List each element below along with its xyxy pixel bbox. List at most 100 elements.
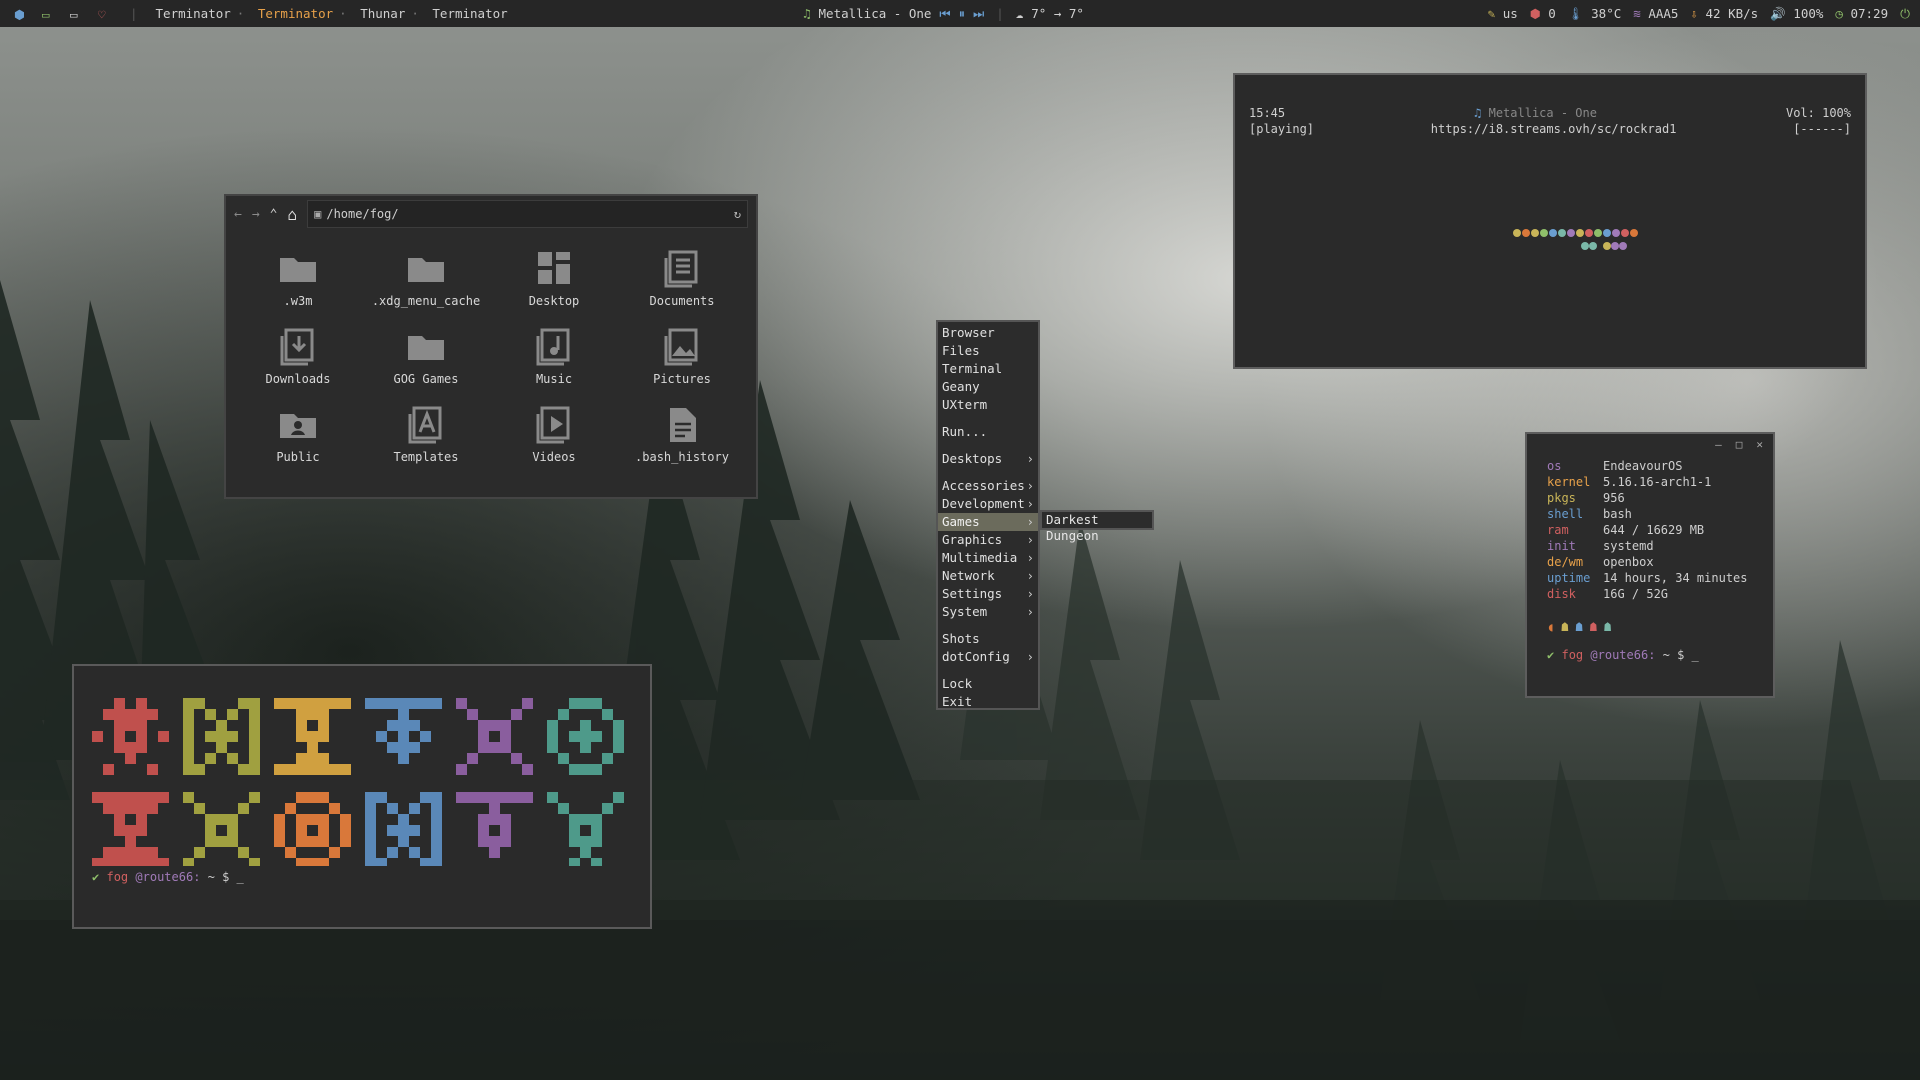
launcher-icon[interactable]: ⬢ bbox=[14, 7, 28, 22]
pixel-glyph-cell bbox=[136, 792, 147, 803]
sysinfo-value: bash bbox=[1603, 507, 1632, 521]
player-volume[interactable]: Vol: 100% bbox=[1786, 105, 1851, 121]
path-text[interactable]: /home/fog/ bbox=[326, 207, 728, 221]
divider: | bbox=[130, 6, 138, 21]
pixel-glyph-cell bbox=[274, 698, 285, 709]
menu-item-uxterm[interactable]: UXterm bbox=[938, 396, 1038, 414]
monitor-icon[interactable]: ▭ bbox=[70, 7, 84, 22]
pixel-glyph-cell bbox=[613, 731, 624, 742]
menu-item-network[interactable]: Network bbox=[938, 567, 1038, 585]
back-arrow-icon[interactable]: ← bbox=[234, 207, 242, 222]
menu-item-lock[interactable]: Lock bbox=[938, 675, 1038, 693]
prev-track-icon[interactable]: ⏮ bbox=[939, 6, 950, 22]
pixel-glyph-cell bbox=[511, 792, 522, 803]
sysinfo-key: os bbox=[1547, 459, 1562, 473]
submenu-item-darkest-dungeon[interactable]: Darkest Dungeon bbox=[1040, 510, 1154, 543]
menu-separator bbox=[938, 468, 1038, 477]
pixel-glyph-cell bbox=[227, 836, 238, 847]
pixel-glyph-cell bbox=[340, 814, 351, 825]
forward-arrow-icon[interactable]: → bbox=[252, 207, 260, 222]
shell-prompt[interactable]: ✔ fog @route66: ~ $ _ bbox=[1527, 634, 1773, 662]
power-icon[interactable]: ⏻ bbox=[1900, 6, 1910, 22]
menu-item-development[interactable]: Development bbox=[938, 495, 1038, 513]
file-item[interactable]: Pictures bbox=[618, 320, 746, 398]
task-item[interactable]: Terminator bbox=[156, 6, 231, 21]
pixel-glyph-cell bbox=[580, 836, 591, 847]
pixel-glyph-cell bbox=[114, 720, 125, 731]
pixel-glyph-cell bbox=[296, 792, 307, 803]
visualizer-bar bbox=[1558, 229, 1566, 237]
clock[interactable]: 07:29 bbox=[1850, 6, 1888, 21]
pause-icon[interactable]: ⏸ bbox=[959, 6, 965, 22]
pixel-glyph-cell bbox=[387, 698, 398, 709]
keyboard-layout[interactable]: us bbox=[1503, 6, 1518, 21]
visualizer-bar bbox=[1603, 242, 1611, 250]
shell-prompt[interactable]: ✔ fog @route66: ~ $ _ bbox=[74, 870, 650, 884]
menu-item-accessories[interactable]: Accessories bbox=[938, 477, 1038, 495]
location-bar[interactable]: ▣ /home/fog/ ↻ bbox=[307, 200, 748, 228]
sysinfo-terminal-window: — □ ✕ os EndeavourOS kernel 5.16.16-arch1-1… bbox=[1525, 432, 1775, 698]
folder-icon bbox=[408, 336, 444, 360]
menu-item-games[interactable]: Games bbox=[938, 513, 1038, 531]
pixel-glyph-cell bbox=[456, 792, 467, 803]
sysinfo-row: disk 16G / 52G bbox=[1527, 586, 1773, 602]
menu-item-settings[interactable]: Settings bbox=[938, 585, 1038, 603]
menu-item-run[interactable]: Run... bbox=[938, 423, 1038, 441]
pixel-glyph-cell bbox=[147, 858, 158, 869]
prompt-tail: ~ $ _ bbox=[1662, 648, 1699, 662]
file-item-label: Public bbox=[276, 450, 320, 464]
minimize-icon[interactable]: — bbox=[1715, 438, 1722, 451]
pixel-glyph-cell bbox=[307, 742, 318, 753]
pixel-glyph bbox=[274, 792, 351, 869]
task-item-active[interactable]: Terminator bbox=[258, 6, 333, 21]
next-track-icon[interactable]: ⏭ bbox=[973, 6, 984, 22]
pixel-glyph-cell bbox=[613, 720, 624, 731]
task-item[interactable]: Thunar bbox=[360, 6, 405, 21]
file-item[interactable]: .xdg_menu_cache bbox=[362, 242, 490, 320]
terminal-icon[interactable]: ▭ bbox=[42, 7, 56, 22]
home-icon[interactable]: ⌂ bbox=[287, 205, 297, 224]
pixel-glyph-cell bbox=[216, 720, 227, 731]
pixel-glyph-cell bbox=[500, 825, 511, 836]
menu-item-files[interactable]: Files bbox=[938, 342, 1038, 360]
pixel-glyph-cell bbox=[227, 814, 238, 825]
heart-icon[interactable]: ♡ bbox=[98, 7, 112, 22]
menu-item-graphics[interactable]: Graphics bbox=[938, 531, 1038, 549]
file-item[interactable]: Templates bbox=[362, 398, 490, 476]
pixel-glyph-cell bbox=[365, 825, 376, 836]
file-item[interactable]: .w3m bbox=[234, 242, 362, 320]
menu-item-multimedia[interactable]: Multimedia bbox=[938, 549, 1038, 567]
file-item[interactable]: Public bbox=[234, 398, 362, 476]
menu-item-desktops[interactable]: Desktops bbox=[938, 450, 1038, 468]
updates-count[interactable]: 0 bbox=[1548, 6, 1556, 21]
wifi-name[interactable]: AAA5 bbox=[1648, 6, 1678, 21]
volume-level[interactable]: 100% bbox=[1793, 6, 1823, 21]
close-icon[interactable]: ✕ bbox=[1756, 438, 1763, 451]
up-arrow-icon[interactable]: ⌃ bbox=[270, 207, 278, 222]
pixel-glyph bbox=[456, 698, 533, 775]
file-item[interactable]: Documents bbox=[618, 242, 746, 320]
pixel-glyph-cell bbox=[398, 742, 409, 753]
menu-item-geany[interactable]: Geany bbox=[938, 378, 1038, 396]
menu-item-browser[interactable]: Browser bbox=[938, 324, 1038, 342]
folder-icon bbox=[408, 258, 444, 282]
file-item[interactable]: .bash_history bbox=[618, 398, 746, 476]
file-item[interactable]: Music bbox=[490, 320, 618, 398]
maximize-icon[interactable]: □ bbox=[1736, 438, 1743, 451]
task-item[interactable]: Terminator bbox=[432, 6, 507, 21]
downloads-folder-icon bbox=[280, 328, 314, 366]
visualizer-bar bbox=[1612, 229, 1620, 237]
file-item[interactable]: Downloads bbox=[234, 320, 362, 398]
menu-item-terminal[interactable]: Terminal bbox=[938, 360, 1038, 378]
menu-item-system[interactable]: System bbox=[938, 603, 1038, 621]
menu-item-shots[interactable]: Shots bbox=[938, 630, 1038, 648]
menu-item-dotconfig[interactable]: dotConfig bbox=[938, 648, 1038, 666]
ghost-icon: ☗ bbox=[1589, 620, 1597, 634]
menu-item-exit[interactable]: Exit bbox=[938, 693, 1038, 711]
pixel-glyph bbox=[365, 792, 442, 869]
file-item[interactable]: Desktop bbox=[490, 242, 618, 320]
reload-icon[interactable]: ↻ bbox=[734, 207, 741, 221]
file-item[interactable]: GOG Games bbox=[362, 320, 490, 398]
file-item[interactable]: Videos bbox=[490, 398, 618, 476]
taskbar: Terminator · Terminator · Thunar · Terminat… bbox=[155, 6, 508, 21]
